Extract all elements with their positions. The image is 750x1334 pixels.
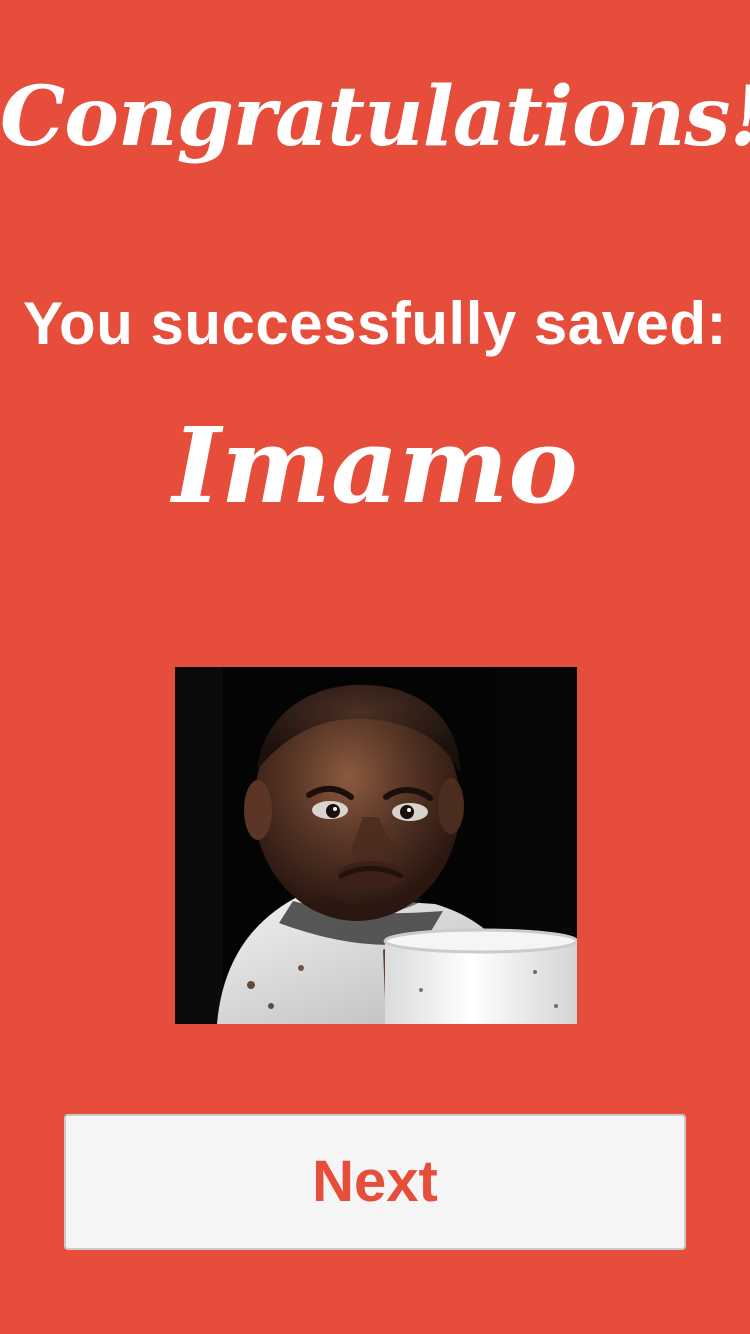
congratulations-title: Congratulations! <box>0 69 750 165</box>
saved-child-name: Imamo <box>172 404 578 527</box>
congratulations-screen: Congratulations! You successfully saved:… <box>0 0 750 1334</box>
child-photo <box>175 667 577 1024</box>
saved-message: You successfully saved: <box>22 290 728 357</box>
next-button[interactable]: Next <box>64 1114 686 1250</box>
next-button-label: Next <box>312 1149 438 1214</box>
child-photo-illustration <box>175 667 577 1024</box>
